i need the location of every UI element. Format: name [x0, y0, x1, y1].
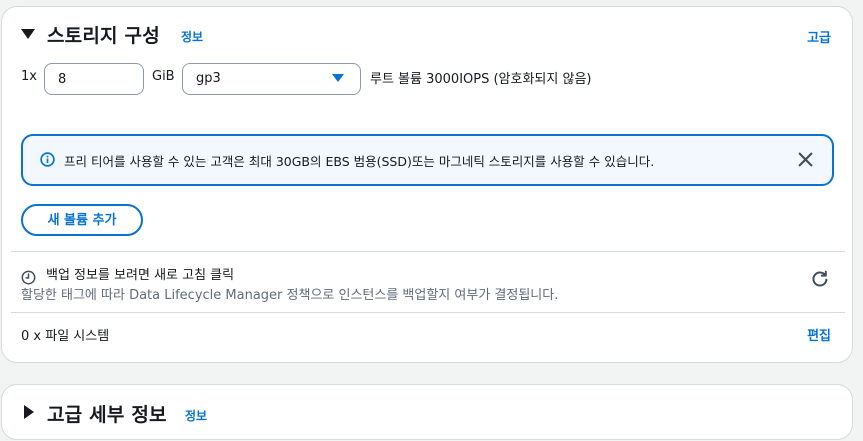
volume-size-unit: GiB	[152, 69, 175, 84]
volume-type-value: gp3	[196, 71, 221, 86]
section-divider	[11, 251, 845, 252]
storage-config-panel: 스토리지 구성 정보 고급 1x GiB gp3 루트 볼륨 3000IOPS …	[1, 6, 853, 363]
clock-icon	[21, 270, 36, 285]
root-volume-description: 루트 볼륨 3000IOPS (암호화되지 않음)	[370, 72, 592, 87]
file-systems-label: 0 x 파일 시스템	[21, 329, 110, 344]
dropdown-caret-icon	[332, 74, 344, 82]
close-icon[interactable]	[797, 151, 814, 168]
volume-multiplier: 1x	[21, 69, 37, 84]
alert-message: 프리 티어를 사용할 수 있는 고객은 최대 30GB의 EBS 범용(SSD)…	[64, 154, 655, 169]
backup-info-title: 백업 정보를 보려면 새로 고침 클릭	[46, 268, 235, 283]
advanced-link[interactable]: 고급	[807, 27, 831, 46]
refresh-icon[interactable]	[810, 269, 830, 289]
info-circle-icon	[40, 152, 55, 167]
free-tier-info-alert: 프리 티어를 사용할 수 있는 고객은 최대 30GB의 EBS 범용(SSD)…	[21, 134, 834, 186]
advanced-info-link[interactable]: 정보	[185, 407, 207, 424]
volume-size-input[interactable]	[44, 63, 144, 95]
section-divider	[11, 312, 845, 313]
storage-info-link[interactable]: 정보	[181, 28, 203, 45]
expand-caret-icon[interactable]	[24, 405, 34, 419]
volume-type-select[interactable]: gp3	[182, 63, 361, 95]
edit-link[interactable]: 편집	[807, 325, 831, 344]
advanced-section-title[interactable]: 고급 세부 정보	[47, 400, 167, 427]
add-volume-button[interactable]: 새 볼륨 추가	[21, 204, 143, 236]
advanced-details-panel[interactable]: 고급 세부 정보 정보	[1, 384, 853, 440]
collapse-caret-icon[interactable]	[21, 29, 35, 39]
storage-section-title: 스토리지 구성	[47, 25, 160, 47]
backup-info-description: 할당한 태그에 따라 Data Lifecycle Manager 정책으로 인…	[21, 288, 559, 303]
